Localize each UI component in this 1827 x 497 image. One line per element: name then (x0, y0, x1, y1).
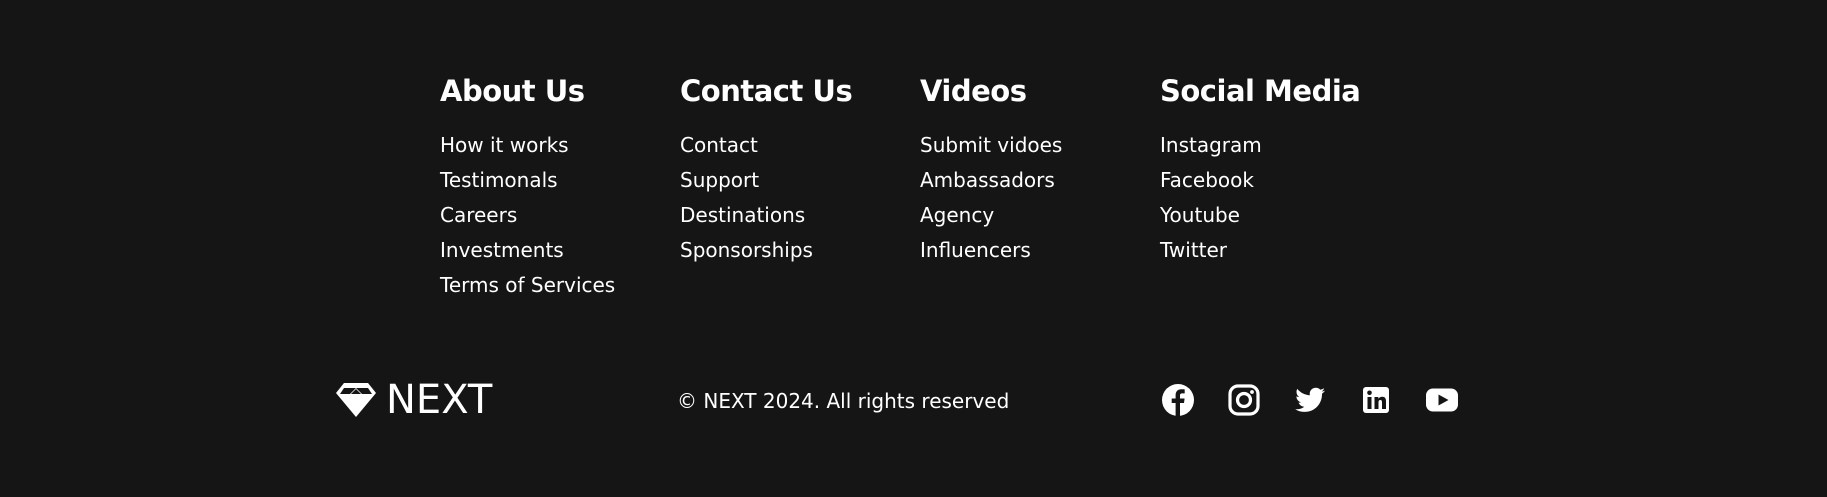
twitter-icon[interactable] (1292, 382, 1328, 418)
list-item: Sponsorships (680, 233, 920, 268)
link-ambassadors[interactable]: Ambassadors (920, 168, 1055, 192)
list-item: Terms of Services (440, 268, 680, 303)
footer-bottom-bar: NEXT © NEXT 2024. All rights reserved (0, 370, 1827, 430)
list-item: Testimonals (440, 163, 680, 198)
link-list: Contact Support Destinations Sponsorship… (680, 128, 920, 268)
link-destinations[interactable]: Destinations (680, 203, 805, 227)
list-item: Facebook (1160, 163, 1400, 198)
list-item: Support (680, 163, 920, 198)
footer-column-contact-us: Contact Us Contact Support Destinations … (680, 72, 920, 303)
linkedin-icon[interactable] (1358, 382, 1394, 418)
list-item: Careers (440, 198, 680, 233)
youtube-icon[interactable] (1424, 382, 1460, 418)
link-list: Instagram Facebook Youtube Twitter (1160, 128, 1400, 268)
link-contact[interactable]: Contact (680, 133, 758, 157)
link-sponsorships[interactable]: Sponsorships (680, 238, 813, 262)
list-item: Influencers (920, 233, 1160, 268)
link-careers[interactable]: Careers (440, 203, 517, 227)
footer-column-social-media: Social Media Instagram Facebook Youtube … (1160, 72, 1400, 303)
diamond-icon (336, 382, 376, 418)
column-heading: Contact Us (680, 74, 853, 108)
list-item: Ambassadors (920, 163, 1160, 198)
link-support[interactable]: Support (680, 168, 759, 192)
list-item: Submit vidoes (920, 128, 1160, 163)
link-instagram[interactable]: Instagram (1160, 133, 1262, 157)
link-twitter[interactable]: Twitter (1160, 238, 1227, 262)
social-icons (1160, 382, 1490, 418)
footer-link-columns: About Us How it works Testimonals Career… (440, 72, 1400, 303)
link-influencers[interactable]: Influencers (920, 238, 1031, 262)
column-heading: Social Media (1160, 74, 1361, 108)
list-item: Contact (680, 128, 920, 163)
link-list: Submit vidoes Ambassadors Agency Influen… (920, 128, 1160, 268)
footer-column-videos: Videos Submit vidoes Ambassadors Agency … (920, 72, 1160, 303)
link-submit-videos[interactable]: Submit vidoes (920, 133, 1062, 157)
copyright-text: © NEXT 2024. All rights reserved (677, 389, 1010, 413)
column-heading: About Us (440, 74, 585, 108)
link-investments[interactable]: Investments (440, 238, 564, 262)
instagram-icon[interactable] (1226, 382, 1262, 418)
brand-logo[interactable]: NEXT (336, 380, 492, 420)
link-how-it-works[interactable]: How it works (440, 133, 569, 157)
link-facebook[interactable]: Facebook (1160, 168, 1254, 192)
list-item: Youtube (1160, 198, 1400, 233)
link-testimonals[interactable]: Testimonals (440, 168, 558, 192)
link-youtube[interactable]: Youtube (1160, 203, 1240, 227)
list-item: Investments (440, 233, 680, 268)
link-terms-of-services[interactable]: Terms of Services (440, 273, 615, 297)
list-item: Twitter (1160, 233, 1400, 268)
list-item: Agency (920, 198, 1160, 233)
list-item: How it works (440, 128, 680, 163)
list-item: Instagram (1160, 128, 1400, 163)
link-agency[interactable]: Agency (920, 203, 994, 227)
footer-column-about-us: About Us How it works Testimonals Career… (440, 72, 680, 303)
site-footer: About Us How it works Testimonals Career… (0, 0, 1827, 497)
facebook-icon[interactable] (1160, 382, 1196, 418)
column-heading: Videos (920, 74, 1027, 108)
list-item: Destinations (680, 198, 920, 233)
brand-name: NEXT (386, 377, 493, 423)
link-list: How it works Testimonals Careers Investm… (440, 128, 680, 303)
